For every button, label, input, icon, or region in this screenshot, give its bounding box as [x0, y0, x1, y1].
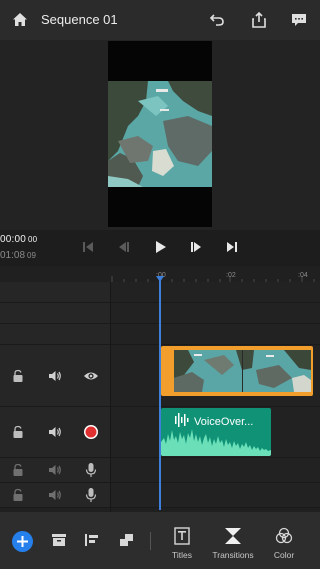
track-header-empty — [0, 303, 110, 324]
go-to-start-icon[interactable] — [79, 238, 97, 256]
track-header-empty — [0, 324, 110, 345]
play-icon[interactable] — [151, 238, 169, 256]
playhead[interactable] — [159, 278, 161, 510]
ruler-tick-label: :02 — [226, 272, 236, 279]
undo-icon[interactable] — [205, 8, 229, 32]
step-forward-icon[interactable] — [187, 238, 205, 256]
microphone-icon[interactable] — [83, 487, 99, 503]
transitions-label[interactable]: Transitions — [208, 550, 258, 560]
ruler-tick-label: :04 — [298, 272, 308, 279]
titles-label[interactable]: Titles — [166, 550, 198, 560]
voiceover-clip-label: VoiceOver... — [194, 416, 254, 428]
lock-icon[interactable] — [10, 424, 26, 440]
color-icon[interactable] — [274, 526, 294, 546]
current-timecode: 00:00 00 — [0, 234, 37, 245]
app-header: Sequence 01 — [0, 0, 320, 40]
eye-icon[interactable] — [83, 368, 99, 384]
total-frames: 09 — [27, 251, 36, 260]
microphone-icon[interactable] — [83, 462, 99, 478]
add-media-button[interactable] — [12, 531, 33, 552]
volume-icon[interactable] — [47, 487, 63, 503]
archive-icon[interactable] — [49, 530, 69, 550]
video-preview-image — [108, 81, 212, 187]
track-lane-empty — [111, 282, 320, 303]
home-icon[interactable] — [8, 8, 32, 32]
track-lane-empty — [111, 324, 320, 345]
plus-icon — [17, 536, 28, 547]
video-clip-thumbnails — [174, 350, 311, 392]
go-to-end-icon[interactable] — [223, 238, 241, 256]
titles-icon[interactable] — [172, 526, 192, 546]
transitions-icon[interactable] — [223, 526, 243, 546]
share-icon[interactable] — [247, 8, 271, 32]
current-frames: 00 — [28, 235, 38, 244]
sequence-title: Sequence 01 — [41, 12, 118, 27]
bottom-toolbar — [0, 512, 320, 569]
volume-icon[interactable] — [47, 368, 63, 384]
lock-icon[interactable] — [10, 368, 26, 384]
total-duration: 01:08 09 — [0, 250, 36, 261]
toolbar-separator — [150, 532, 151, 550]
volume-icon[interactable] — [47, 462, 63, 478]
track-divider — [110, 282, 111, 512]
color-label[interactable]: Color — [268, 550, 300, 560]
current-time: 00:00 — [0, 234, 27, 245]
record-icon[interactable] — [83, 424, 99, 440]
audio-track-lane — [111, 458, 320, 483]
align-left-icon[interactable] — [82, 530, 102, 550]
lock-icon[interactable] — [10, 487, 26, 503]
step-back-icon[interactable] — [115, 238, 133, 256]
track-header-empty — [0, 282, 110, 303]
video-preview[interactable] — [108, 41, 212, 227]
audio-track-lane — [111, 483, 320, 508]
lock-icon[interactable] — [10, 462, 26, 478]
total-time: 01:08 — [0, 250, 26, 261]
track-lane-empty — [111, 303, 320, 324]
volume-icon[interactable] — [47, 424, 63, 440]
comment-icon[interactable] — [287, 8, 311, 32]
crop-aspect-icon[interactable] — [116, 530, 136, 550]
